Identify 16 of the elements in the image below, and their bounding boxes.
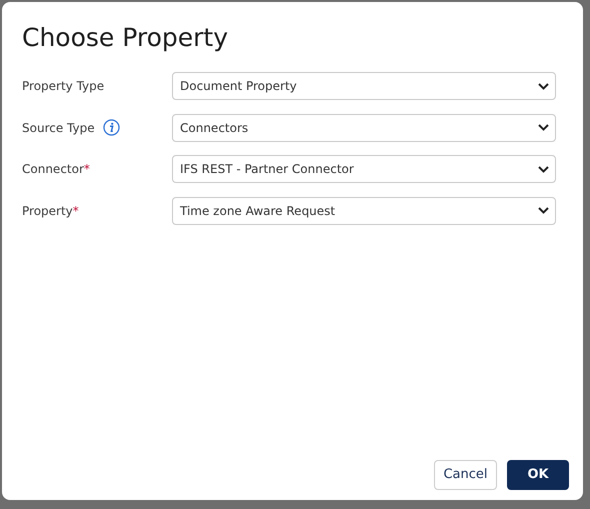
- dropdown-field[interactable]: Time zone Aware Request: [172, 196, 556, 224]
- chevron-down-icon: [538, 124, 549, 131]
- dropdown-field[interactable]: Connectors: [172, 114, 556, 142]
- field-label: Connector*: [22, 161, 90, 178]
- info-icon[interactable]: [102, 119, 120, 136]
- chevron-down-icon: [538, 207, 549, 214]
- chevron-down-icon: [538, 82, 549, 90]
- field-label: Property*: [22, 202, 79, 220]
- dropdown-field[interactable]: Document Property: [172, 72, 556, 100]
- ok-button[interactable]: OK: [507, 460, 569, 490]
- dropdown-field[interactable]: IFS REST - Partner Connector: [172, 155, 556, 183]
- field-label: Source Type: [22, 120, 95, 136]
- field-label: Property Type: [22, 78, 104, 95]
- chevron-down-icon: [538, 166, 549, 172]
- cancel-button[interactable]: Cancel: [434, 460, 497, 490]
- dialog-title: Choose Property: [22, 22, 230, 54]
